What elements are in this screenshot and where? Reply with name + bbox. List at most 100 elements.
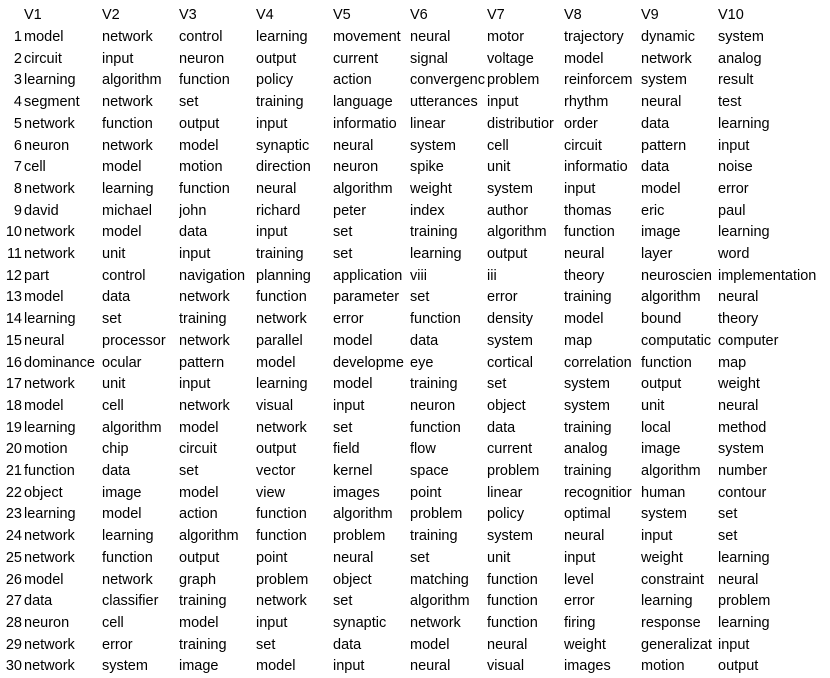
table-cell-v8: model [564, 50, 604, 67]
table-cell-v5: neuron [333, 159, 379, 176]
table-cell-v6: set [410, 549, 430, 566]
table-cell-v4: function [256, 506, 307, 523]
table-cell-v9: dynamic [641, 29, 695, 45]
row-index: 7 [13, 159, 22, 176]
table-cell-v10: map [718, 354, 747, 371]
table-cell-v2: network [102, 137, 153, 154]
table-cell-v7: voltage [487, 50, 534, 67]
table-cell-v2: model [102, 506, 142, 523]
table-cell-v6: function [410, 311, 461, 328]
table-cell-v10: analog [718, 50, 762, 67]
table-cell-v8: order [564, 115, 598, 132]
table-cell-v9: neuroscien [641, 267, 712, 284]
header-row: V1 V2 V3 V4 V5 V6 V7 V8 V9 V10 [0, 5, 830, 27]
table-cell-v1: cell [24, 159, 46, 176]
table-cell-v5: input [333, 397, 365, 414]
table-cell-v1: david [24, 202, 59, 219]
table-cell-v2: system [102, 658, 148, 675]
table-cell-v2: unit [102, 246, 126, 262]
table-cell-v3: john [179, 202, 207, 219]
table-cell-v3: function [179, 72, 230, 89]
table-row: 18 model cell network visual input neuron objec… [0, 396, 830, 418]
table-cell-v8: rhythm [564, 94, 609, 111]
table-cell-v8: neural [564, 528, 605, 545]
table-cell-v6: viii [410, 267, 427, 284]
table-row: 10 network model data input set training algori… [0, 222, 830, 244]
table-cell-v3: model [179, 614, 219, 631]
table-cell-v5: movement [333, 29, 401, 45]
table-cell-v4: training [256, 246, 304, 262]
table-cell-v1: neuron [24, 614, 70, 631]
table-cell-v7: set [487, 376, 507, 393]
table-cell-v9: constraint [641, 571, 704, 588]
table-row: 4 segment network set training language uttera… [0, 92, 830, 114]
table-cell-v2: learning [102, 528, 154, 545]
table-row: 1 model network control learning movement neur… [0, 27, 830, 49]
table-cell-v9: bound [641, 311, 682, 328]
table-cell-v1: network [24, 246, 75, 262]
table-cell-v8: training [564, 289, 612, 306]
table-cell-v5: parameter [333, 289, 400, 306]
table-cell-v3: network [179, 397, 230, 414]
table-cell-v5: model [333, 332, 373, 349]
table-cell-v3: function [179, 180, 230, 197]
table-cell-v8: error [564, 593, 595, 610]
table-cell-v8: recognitior [564, 484, 632, 501]
table-cell-v5: input [333, 658, 365, 675]
table-row: 14 learning set training network error functio… [0, 309, 830, 331]
table-cell-v6: matching [410, 571, 469, 588]
row-index: 22 [5, 484, 22, 501]
table-cell-v8: level [564, 571, 594, 588]
table-cell-v8: theory [564, 267, 605, 284]
table-cell-v1: network [24, 376, 75, 393]
row-index: 9 [13, 202, 22, 219]
table-cell-v10: neural [718, 571, 759, 588]
table-cell-v1: learning [24, 72, 76, 89]
table-cell-v4: input [256, 614, 288, 631]
table-cell-v7: distributior [487, 115, 554, 132]
table-cell-v9: pattern [641, 137, 687, 154]
table-cell-v5: object [333, 571, 372, 588]
table-row: 3 learning algorithm function policy action co… [0, 70, 830, 92]
table-cell-v7: error [487, 289, 518, 306]
table-cell-v9: input [641, 528, 673, 545]
table-cell-v6: data [410, 332, 439, 349]
table-cell-v2: learning [102, 180, 154, 197]
table-cell-v7: function [487, 614, 538, 631]
table-cell-v8: analog [564, 441, 608, 458]
table-cell-v6: training [410, 224, 458, 241]
table-cell-v3: model [179, 484, 219, 501]
table-cell-v1: motion [24, 441, 68, 458]
table-cell-v1: network [24, 658, 75, 675]
table-cell-v10: input [718, 137, 750, 154]
table-cell-v3: algorithm [179, 528, 239, 545]
table-cell-v9: network [641, 50, 692, 67]
table-cell-v5: action [333, 72, 372, 89]
table-cell-v1: learning [24, 419, 76, 436]
table-cell-v7: visual [487, 658, 525, 675]
table-cell-v10: system [718, 29, 764, 45]
table-cell-v5: developme [333, 354, 404, 371]
table-cell-v2: cell [102, 614, 124, 631]
table-cell-v10: number [718, 463, 768, 479]
table-row: 20 motion chip circuit output field flow curren… [0, 439, 830, 461]
row-index: 30 [5, 658, 22, 675]
row-index: 12 [5, 267, 22, 284]
table-cell-v6: linear [410, 115, 446, 132]
table-cell-v6: neuron [410, 397, 456, 414]
row-index: 29 [5, 636, 22, 653]
table-cell-v8: system [564, 376, 610, 393]
table-cell-v3: action [179, 506, 218, 523]
table-cell-v1: function [24, 463, 75, 479]
table-cell-v10: problem [718, 593, 771, 610]
row-index: 18 [5, 397, 22, 414]
table-cell-v6: network [410, 614, 461, 631]
table-cell-v2: data [102, 463, 131, 479]
table-cell-v3: network [179, 332, 230, 349]
table-cell-v4: input [256, 224, 288, 241]
table-cell-v9: weight [641, 549, 683, 566]
table-cell-v6: utterances [410, 94, 478, 111]
column-header-v1: V1 [24, 7, 42, 23]
table-cell-v5: set [333, 224, 353, 241]
table-row: 28 neuron cell model input synaptic network fun… [0, 613, 830, 635]
